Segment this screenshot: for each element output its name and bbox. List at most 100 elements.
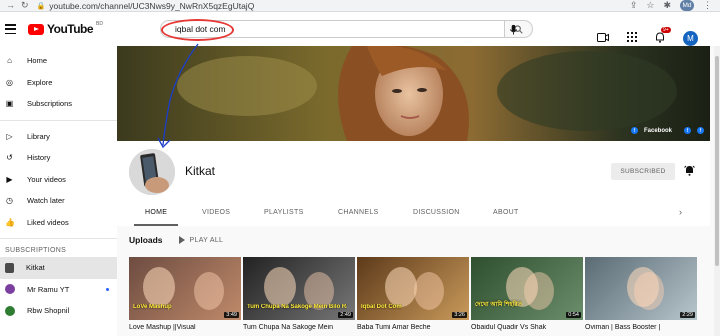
back-icon[interactable]: → — [6, 0, 15, 11]
channel-banner: f Facebook f f — [117, 46, 710, 141]
play-all-button[interactable]: PLAY ALL — [178, 236, 224, 244]
masthead: YouTube BD iqbal dot com 9+ M — [0, 12, 720, 46]
sidebar-divider — [0, 238, 117, 239]
video-title[interactable]: Tum Chupa Na Sakoge Mein — [243, 324, 355, 331]
channel-avatar — [5, 305, 15, 316]
bell-icon[interactable] — [684, 165, 695, 176]
channel-avatar — [5, 262, 14, 273]
channel-avatar — [129, 149, 175, 195]
account-avatar[interactable]: M — [683, 31, 698, 46]
video-title[interactable]: Oviman | Bass Booster | — [585, 324, 697, 331]
subscriptions-heading: SUBSCRIPTIONS — [5, 247, 67, 254]
subscriptions-icon: ▣ — [5, 99, 14, 109]
sidebar-item-subscriptions[interactable]: ▣ Subscriptions — [0, 93, 117, 115]
reload-icon[interactable]: ↻ — [21, 0, 29, 11]
channel-name: Kitkat — [185, 164, 216, 178]
notification-badge: 9+ — [661, 26, 671, 33]
banner-image — [117, 46, 710, 141]
banner-link-facebook[interactable]: Facebook — [644, 128, 672, 134]
video-card[interactable]: 2:29 Oviman | Bass Booster | — [585, 257, 697, 331]
sidebar-item-liked-videos[interactable]: 👍 Liked videos — [0, 212, 117, 234]
notifications-icon[interactable]: 9+ — [655, 26, 671, 46]
thumbnail-image — [143, 267, 224, 310]
sidebar-item-home[interactable]: ⌂ Home — [0, 50, 117, 72]
facebook-icon[interactable]: f — [697, 127, 704, 134]
banner-links: f Facebook f f — [630, 127, 704, 134]
chevron-right-icon[interactable]: › — [679, 207, 682, 217]
sidebar-item-watch-later[interactable]: ◷ Watch later — [0, 190, 117, 212]
video-duration: 2:29 — [680, 312, 695, 318]
thumbnail-overlay-text: Tum Chupa Na Sakoge Mein Bilo Raat — [247, 304, 347, 310]
microphone-icon[interactable] — [508, 24, 519, 35]
channel-avatar — [5, 284, 15, 295]
facebook-icon[interactable]: f — [684, 127, 691, 134]
create-video-icon[interactable] — [597, 32, 609, 45]
home-icon: ⌂ — [7, 56, 12, 66]
hamburger-icon[interactable] — [5, 24, 16, 34]
sidebar-item-library[interactable]: ▷ Library — [0, 126, 117, 148]
play-icon — [178, 236, 185, 244]
browser-toolbar: → ↻ 🔒 youtube.com/channel/UC3Nws9y_NwRnX… — [0, 0, 720, 12]
sidebar-item-history[interactable]: ↺ History — [0, 147, 117, 169]
masthead-actions: 9+ M — [509, 24, 698, 46]
video-duration: 0:54 — [566, 312, 581, 318]
sidebar-divider — [0, 119, 117, 121]
play-icon: ▶ — [6, 174, 13, 184]
subscribed-button[interactable]: SUBSCRIBED — [611, 163, 675, 180]
video-card[interactable]: Tum Chupa Na Sakoge Mein Bilo Raat 2:49 Tu… — [243, 257, 355, 331]
youtube-logo[interactable]: YouTube BD — [28, 21, 103, 36]
channel-tabs: HOME VIDEOS PLAYLISTS CHANNELS DISCUSSIO… — [117, 198, 710, 226]
scrollbar-thumb[interactable] — [715, 56, 719, 266]
channel-page: f Facebook f f Kitkat SUBSCRIBED HOME VI… — [117, 46, 720, 336]
share-icon[interactable]: ⇪ — [630, 0, 638, 11]
video-duration: 3:26 — [452, 312, 467, 318]
video-title[interactable]: Obaidul Quadir Vs Shak — [471, 324, 583, 331]
thumbnail-image — [385, 267, 444, 310]
menu-dots-icon[interactable]: ⋮ — [703, 0, 712, 11]
subscription-mr-ramu-yt[interactable]: Mr Ramu YT — [0, 279, 117, 301]
uploads-shelf-header: Uploads PLAY ALL — [129, 235, 223, 245]
youtube-play-icon — [28, 23, 44, 35]
channel-header: Kitkat SUBSCRIBED HOME VIDEOS PLAYLISTS … — [117, 141, 710, 226]
video-thumbnail[interactable]: Iqbal Dot Com 3:26 — [357, 257, 469, 320]
tab-playlists[interactable]: PLAYLISTS — [264, 198, 304, 226]
thumbnail-image — [506, 267, 554, 310]
search-input[interactable]: iqbal dot com — [160, 20, 505, 38]
sidebar: ⌂ Home ◎ Explore ▣ Subscriptions ▷ Library ↺… — [0, 46, 117, 336]
video-duration: 2:49 — [338, 312, 353, 318]
star-icon[interactable]: ☆ — [646, 0, 654, 11]
tab-about[interactable]: ABOUT — [493, 198, 519, 226]
video-title[interactable]: Love Mashup ||Visual — [129, 324, 241, 331]
sidebar-item-your-videos[interactable]: ▶ Your videos — [0, 169, 117, 191]
tab-videos[interactable]: VIDEOS — [202, 198, 230, 226]
sidebar-item-explore[interactable]: ◎ Explore — [0, 72, 117, 94]
video-card[interactable]: দেখো আমি শিহরিত 0:54 Obaidul Quadir Vs Sha… — [471, 257, 583, 331]
thumbnail-overlay-text: Iqbal Dot Com — [361, 304, 402, 310]
video-duration: 3:49 — [224, 312, 239, 318]
video-thumbnail[interactable]: Tum Chupa Na Sakoge Mein Bilo Raat 2:49 — [243, 257, 355, 320]
thumbnail-image — [264, 267, 334, 310]
video-card[interactable]: LoVe Mashup 3:49 Love Mashup ||Visual — [129, 257, 241, 331]
uploads-title[interactable]: Uploads — [129, 235, 163, 245]
facebook-icon: f — [630, 127, 638, 134]
address-bar[interactable]: youtube.com/channel/UC3Nws9y_NwRnX5qzEgU… — [49, 1, 254, 11]
video-thumbnail[interactable]: দেখো আমি শিহরিত 0:54 — [471, 257, 583, 320]
tab-home[interactable]: HOME — [133, 198, 179, 226]
video-card[interactable]: Iqbal Dot Com 3:26 Baba Tumi Amar Beche — [357, 257, 469, 331]
page-scrollbar[interactable] — [714, 46, 720, 336]
thumbs-up-icon: 👍 — [5, 217, 15, 227]
subscription-kitkat[interactable]: Kitkat — [0, 257, 117, 279]
browser-account[interactable]: Md — [680, 0, 694, 11]
compass-icon: ◎ — [6, 77, 13, 87]
extensions-icon[interactable]: ✱ — [663, 0, 671, 11]
apps-icon[interactable] — [627, 32, 637, 45]
tab-channels[interactable]: CHANNELS — [338, 198, 379, 226]
lock-icon: 🔒 — [36, 2, 46, 10]
new-content-dot — [106, 287, 109, 291]
video-thumbnail[interactable]: LoVe Mashup 3:49 — [129, 257, 241, 320]
thumbnail-image — [627, 267, 664, 310]
tab-discussion[interactable]: DISCUSSION — [413, 198, 460, 226]
video-thumbnail[interactable]: 2:29 — [585, 257, 697, 320]
subscription-rbw-shopnil[interactable]: Rbw Shopnil — [0, 300, 117, 322]
video-title[interactable]: Baba Tumi Amar Beche — [357, 324, 469, 331]
